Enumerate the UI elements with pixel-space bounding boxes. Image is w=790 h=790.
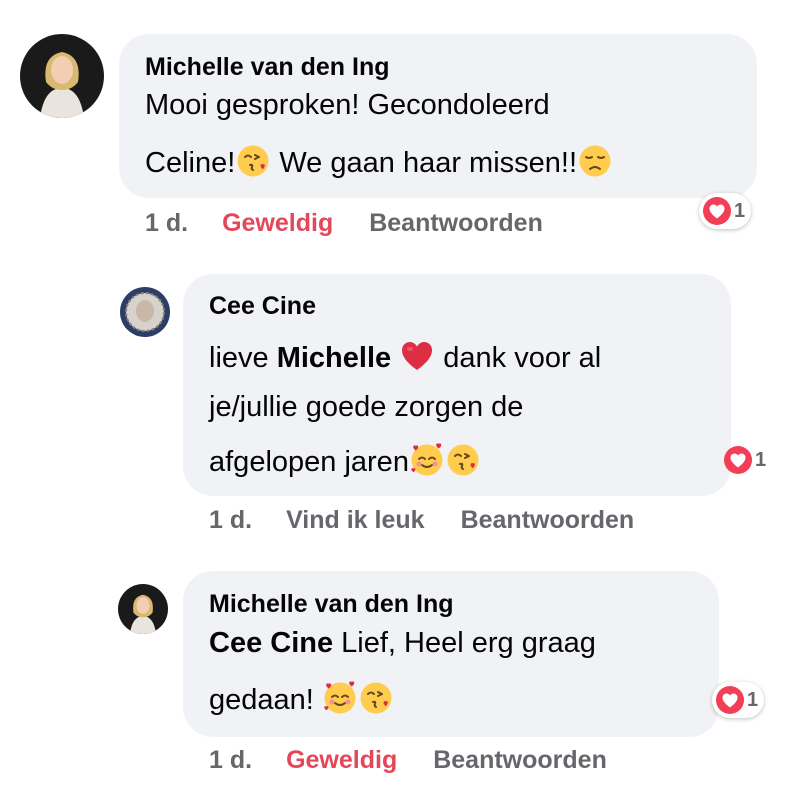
heart-icon bbox=[702, 196, 732, 226]
comment-text-line: afgelopen jaren bbox=[209, 443, 481, 479]
kissing-heart-emoji-icon bbox=[236, 144, 270, 178]
reaction-count: 1 bbox=[747, 688, 759, 711]
comment-text: Celine! bbox=[145, 147, 236, 179]
red-heart-emoji-icon bbox=[400, 339, 434, 373]
comment-text-line: lieve Michelle dank voor al bbox=[209, 339, 601, 375]
comment-timestamp[interactable]: 1 d. bbox=[145, 209, 188, 238]
comment-text-line: Mooi gesproken! Gecondoleerd bbox=[145, 89, 550, 122]
comment-text-line: Celine! We gaan haar missen!! bbox=[145, 144, 613, 180]
heart-icon bbox=[723, 445, 753, 475]
reaction-summary[interactable]: 1 bbox=[712, 682, 765, 718]
like-button[interactable]: Vind ik leuk bbox=[286, 506, 424, 535]
comment-author[interactable]: Michelle van den Ing bbox=[145, 53, 390, 82]
reaction-count: 1 bbox=[734, 199, 746, 222]
avatar-michelle-photo bbox=[118, 584, 168, 634]
smiling-face-with-hearts-emoji-icon bbox=[323, 681, 357, 715]
comment-text: We gaan haar missen!! bbox=[271, 147, 578, 179]
comment-timestamp[interactable]: 1 d. bbox=[209, 506, 252, 535]
kissing-heart-emoji-icon bbox=[446, 443, 480, 477]
comment-author[interactable]: Michelle van den Ing bbox=[209, 590, 454, 619]
reply-button[interactable]: Beantwoorden bbox=[461, 506, 635, 535]
reaction-count: 1 bbox=[755, 448, 767, 471]
reaction-button[interactable]: Geweldig bbox=[286, 746, 397, 775]
pensive-face-emoji-icon bbox=[578, 144, 612, 178]
avatar-cee-cine[interactable] bbox=[120, 287, 170, 337]
comment-text: Lief, Heel erg graag bbox=[333, 627, 596, 659]
avatar-michelle-photo bbox=[20, 34, 104, 118]
comment-text: gedaan! bbox=[209, 684, 322, 716]
comment-text: dank voor al bbox=[435, 342, 602, 374]
comment-actions: 1 d. Geweldig Beantwoorden bbox=[145, 209, 543, 238]
comment-actions: 1 d. Vind ik leuk Beantwoorden bbox=[209, 506, 634, 535]
comment-text-line: je/jullie goede zorgen de bbox=[209, 391, 523, 424]
comment-timestamp[interactable]: 1 d. bbox=[209, 746, 252, 775]
comment-text: Mooi gesproken! Gecondoleerd bbox=[145, 89, 550, 121]
smiling-face-with-hearts-emoji-icon bbox=[410, 443, 444, 477]
comment-author[interactable]: Cee Cine bbox=[209, 292, 316, 321]
heart-icon bbox=[715, 685, 745, 715]
mention-link[interactable]: Michelle bbox=[277, 342, 391, 374]
reaction-button[interactable]: Geweldig bbox=[222, 209, 333, 238]
reply-button[interactable]: Beantwoorden bbox=[433, 746, 607, 775]
comment-text-line: gedaan! bbox=[209, 681, 394, 717]
comment-text: lieve bbox=[209, 342, 277, 374]
mention-link[interactable]: Cee Cine bbox=[209, 627, 333, 659]
reaction-summary[interactable]: 1 bbox=[699, 193, 752, 229]
reaction-summary[interactable]: 1 bbox=[720, 442, 772, 478]
avatar-michelle[interactable] bbox=[118, 584, 168, 634]
comment-text: je/jullie goede zorgen de bbox=[209, 391, 524, 423]
kissing-heart-emoji-icon bbox=[359, 681, 393, 715]
comment-text-line: Cee Cine Lief, Heel erg graag bbox=[209, 627, 596, 660]
comment-text: afgelopen jaren bbox=[209, 446, 409, 478]
comment-actions: 1 d. Geweldig Beantwoorden bbox=[209, 746, 607, 775]
reply-button[interactable]: Beantwoorden bbox=[369, 209, 543, 238]
avatar-cee-cine-photo bbox=[120, 287, 170, 337]
avatar-michelle[interactable] bbox=[20, 34, 104, 118]
